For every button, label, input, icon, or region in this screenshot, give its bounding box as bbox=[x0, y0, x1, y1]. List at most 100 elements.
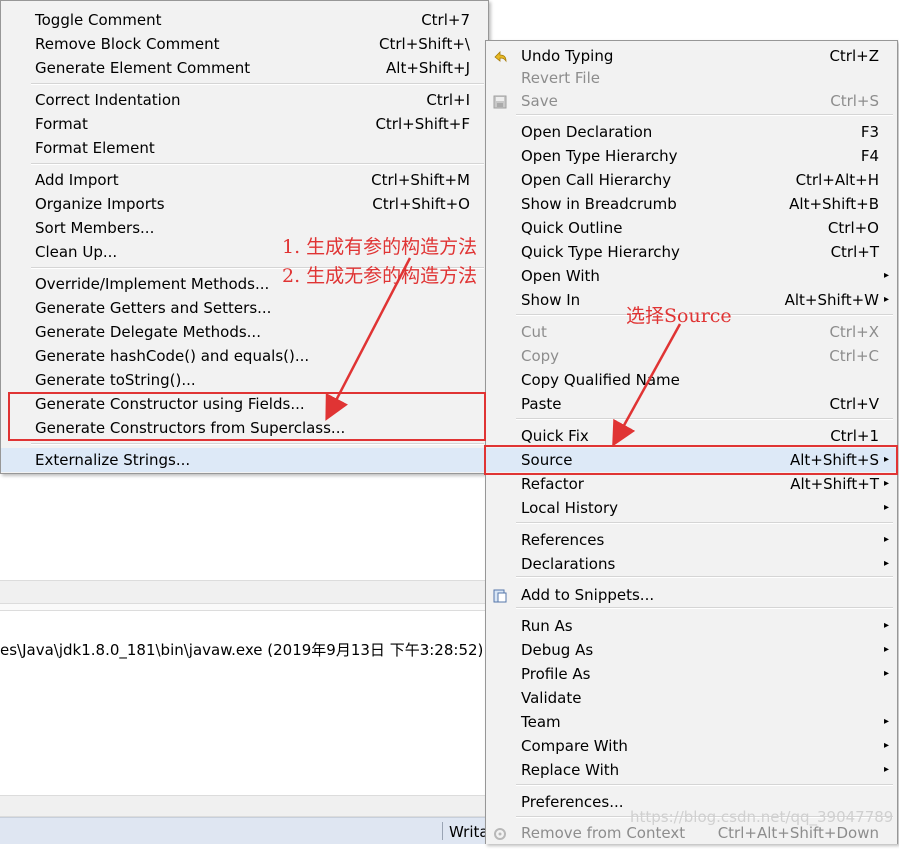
menu-item-shortcut: Alt+Shift+T bbox=[790, 475, 879, 493]
save-icon bbox=[492, 93, 508, 109]
menu-item-shortcut: Ctrl+Alt+H bbox=[795, 171, 879, 189]
editor-tab-band bbox=[0, 580, 490, 604]
submenu-arrow-icon: ▸ bbox=[883, 740, 889, 751]
submenu-arrow-icon: ▸ bbox=[883, 534, 889, 545]
menu-item-label: Open Call Hierarchy bbox=[521, 171, 672, 189]
menu-item-references[interactable]: References ▸ bbox=[486, 528, 897, 552]
menu-item-correct-indentation[interactable]: Correct Indentation Ctrl+I bbox=[1, 88, 488, 112]
menu-item-undo-typing[interactable]: Undo Typing Ctrl+Z bbox=[486, 44, 897, 68]
menu-item-local-history[interactable]: Local History ▸ bbox=[486, 496, 897, 520]
menu-item-label: Generate Element Comment bbox=[35, 59, 251, 77]
menu-item-shortcut: Ctrl+Z bbox=[829, 47, 879, 65]
menu-item-label: Debug As bbox=[521, 641, 594, 659]
menu-separator bbox=[516, 418, 893, 420]
menu-item-label: Local History bbox=[521, 499, 619, 517]
submenu-arrow-icon: ▸ bbox=[883, 644, 889, 655]
menu-item-label: Quick Outline bbox=[521, 219, 623, 237]
menu-item-quick-type-hierarchy[interactable]: Quick Type Hierarchy Ctrl+T bbox=[486, 240, 897, 264]
menu-item-format-element[interactable]: Format Element bbox=[1, 136, 488, 160]
menu-separator bbox=[516, 607, 893, 609]
menu-item-label: Externalize Strings... bbox=[35, 451, 191, 469]
submenu-arrow-icon: ▸ bbox=[883, 294, 889, 305]
menu-item-generate-tostring[interactable]: Generate toString()... bbox=[1, 368, 488, 392]
menu-item-label: Preferences... bbox=[521, 793, 624, 811]
menu-item-label: Generate hashCode() and equals()... bbox=[35, 347, 310, 365]
submenu-arrow-icon: ▸ bbox=[883, 478, 889, 489]
menu-item-validate[interactable]: Validate bbox=[486, 686, 897, 710]
menu-item-label: Format Element bbox=[35, 139, 155, 157]
console-header-band bbox=[0, 603, 490, 611]
menu-item-shortcut: Ctrl+Shift+F bbox=[375, 115, 470, 133]
menu-item-open-with[interactable]: Open With ▸ bbox=[486, 264, 897, 288]
menu-item-label: Revert File bbox=[521, 69, 600, 87]
constructor-items-highlight bbox=[8, 392, 486, 441]
menu-separator bbox=[31, 163, 484, 165]
menu-item-externalize-strings[interactable]: Externalize Strings... bbox=[1, 448, 488, 472]
menu-item-label: Open With bbox=[521, 267, 600, 285]
menu-item-shortcut: Ctrl+I bbox=[426, 91, 470, 109]
menu-item-label: Show in Breadcrumb bbox=[521, 195, 677, 213]
menu-item-quick-outline[interactable]: Quick Outline Ctrl+O bbox=[486, 216, 897, 240]
menu-item-shortcut: Ctrl+O bbox=[827, 219, 879, 237]
menu-item-shortcut: Ctrl+V bbox=[829, 395, 879, 413]
menu-item-label: Format bbox=[35, 115, 88, 133]
menu-item-shortcut: Ctrl+T bbox=[830, 243, 879, 261]
menu-item-paste[interactable]: Paste Ctrl+V bbox=[486, 392, 897, 416]
menu-item-format[interactable]: Format Ctrl+Shift+F bbox=[1, 112, 488, 136]
menu-item-shortcut: Ctrl+C bbox=[829, 347, 879, 365]
menu-item-label: Replace With bbox=[521, 761, 620, 779]
menu-item-toggle-comment[interactable]: Toggle Comment Ctrl+7 bbox=[1, 8, 488, 32]
menu-item-copy-qualified-name[interactable]: Copy Qualified Name bbox=[486, 368, 897, 392]
menu-item-debug-as[interactable]: Debug As ▸ bbox=[486, 638, 897, 662]
submenu-arrow-icon: ▸ bbox=[883, 716, 889, 727]
menu-item-shortcut: Ctrl+Shift+O bbox=[372, 195, 470, 213]
snippet-icon bbox=[492, 587, 508, 603]
menu-item-label: Toggle Comment bbox=[35, 11, 162, 29]
status-bar: Writa bbox=[0, 817, 490, 844]
submenu-arrow-icon: ▸ bbox=[883, 558, 889, 569]
menu-item-label: Generate toString()... bbox=[35, 371, 196, 389]
undo-icon bbox=[492, 48, 508, 64]
console-process-line: es\Java\jdk1.8.0_181\bin\javaw.exe (2019… bbox=[0, 641, 484, 659]
menu-item-generate-delegate-methods[interactable]: Generate Delegate Methods... bbox=[1, 320, 488, 344]
menu-item-shortcut: Ctrl+Shift+\ bbox=[379, 35, 470, 53]
menu-item-open-declaration[interactable]: Open Declaration F3 bbox=[486, 120, 897, 144]
menu-item-team[interactable]: Team ▸ bbox=[486, 710, 897, 734]
menu-item-organize-imports[interactable]: Organize Imports Ctrl+Shift+O bbox=[1, 192, 488, 216]
menu-item-generate-hashcode-and-equals[interactable]: Generate hashCode() and equals()... bbox=[1, 344, 488, 368]
menu-item-run-as[interactable]: Run As ▸ bbox=[486, 614, 897, 638]
menu-item-shortcut: Alt+Shift+W bbox=[784, 291, 879, 309]
menu-item-open-call-hierarchy[interactable]: Open Call Hierarchy Ctrl+Alt+H bbox=[486, 168, 897, 192]
menu-item-label: Open Type Hierarchy bbox=[521, 147, 678, 165]
menu-item-save[interactable]: Save Ctrl+S bbox=[486, 89, 897, 113]
menu-item-refactor[interactable]: Refactor Alt+Shift+T ▸ bbox=[486, 472, 897, 496]
menu-item-shortcut: Alt+Shift+B bbox=[789, 195, 879, 213]
menu-item-label: Open Declaration bbox=[521, 123, 653, 141]
menu-item-show-in-breadcrumb[interactable]: Show in Breadcrumb Alt+Shift+B bbox=[486, 192, 897, 216]
menu-item-compare-with[interactable]: Compare With ▸ bbox=[486, 734, 897, 758]
menu-item-remove-block-comment[interactable]: Remove Block Comment Ctrl+Shift+\ bbox=[1, 32, 488, 56]
menu-item-profile-as[interactable]: Profile As ▸ bbox=[486, 662, 897, 686]
menu-item-label: Clean Up... bbox=[35, 243, 118, 261]
menu-item-generate-element-comment[interactable]: Generate Element Comment Alt+Shift+J bbox=[1, 56, 488, 80]
menu-item-open-type-hierarchy[interactable]: Open Type Hierarchy F4 bbox=[486, 144, 897, 168]
menu-item-declarations[interactable]: Declarations ▸ bbox=[486, 552, 897, 576]
menu-item-add-import[interactable]: Add Import Ctrl+Shift+M bbox=[1, 168, 488, 192]
menu-item-label: Undo Typing bbox=[521, 47, 614, 65]
editor-context-menu: Undo Typing Ctrl+Z Revert File Save Ctrl+S Op… bbox=[485, 40, 898, 844]
menu-item-label: Override/Implement Methods... bbox=[35, 275, 270, 293]
submenu-arrow-icon: ▸ bbox=[883, 668, 889, 679]
menu-item-label: Copy bbox=[521, 347, 560, 365]
menu-item-label: Save bbox=[521, 92, 558, 110]
menu-item-label: Show In bbox=[521, 291, 581, 309]
menu-item-copy[interactable]: Copy Ctrl+C bbox=[486, 344, 897, 368]
menu-item-label: Copy Qualified Name bbox=[521, 371, 680, 389]
menu-item-label: Quick Type Hierarchy bbox=[521, 243, 680, 261]
menu-item-replace-with[interactable]: Replace With ▸ bbox=[486, 758, 897, 782]
menu-item-shortcut: Ctrl+Shift+M bbox=[371, 171, 470, 189]
menu-item-revert-file[interactable]: Revert File bbox=[486, 66, 897, 90]
source-item-highlight bbox=[484, 445, 898, 475]
menu-item-add-to-snippets[interactable]: Add to Snippets... bbox=[486, 583, 897, 607]
menu-separator bbox=[516, 522, 893, 524]
menu-item-generate-getters-and-setters[interactable]: Generate Getters and Setters... bbox=[1, 296, 488, 320]
